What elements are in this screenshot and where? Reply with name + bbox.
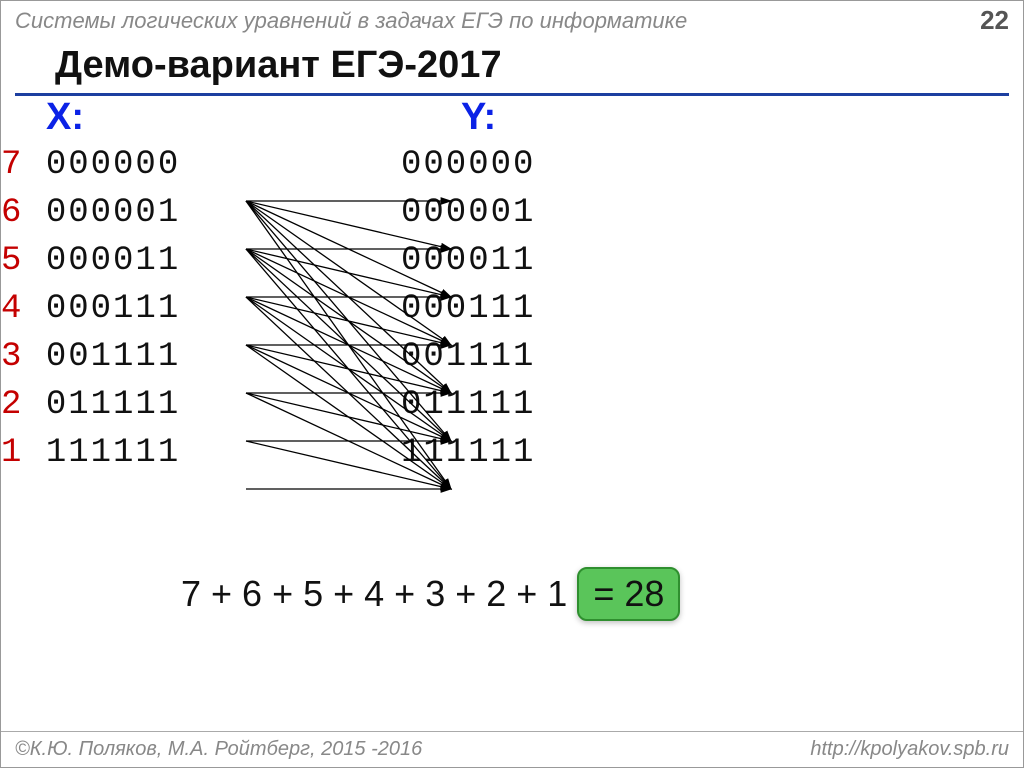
- y-bits: 011111: [401, 386, 535, 424]
- header-bar: Системы логических уравнений в задачах Е…: [1, 1, 1023, 38]
- y-row: 000001: [401, 194, 535, 232]
- x-column-header: X:: [46, 96, 84, 139]
- y-bits: 001111: [401, 338, 535, 376]
- x-row: 2 011111: [1, 386, 180, 424]
- footer-credits: ©К.Ю. Поляков, М.А. Ройтберг, 2015 -2016: [15, 738, 422, 761]
- y-column-header: Y:: [461, 96, 496, 139]
- y-bits: 111111: [401, 434, 535, 472]
- sum-expression: 7 + 6 + 5 + 4 + 3 + 2 + 1: [181, 573, 567, 614]
- y-bits: 000111: [401, 290, 535, 328]
- x-row: 1 111111: [1, 434, 180, 472]
- row-index: 7: [1, 146, 46, 184]
- x-row: 7 000000: [1, 146, 180, 184]
- x-row: 4 000111: [1, 290, 180, 328]
- y-row: 000000: [401, 146, 535, 184]
- x-bits: 000011: [46, 242, 180, 280]
- y-row: 000011: [401, 242, 535, 280]
- sum-line: 7 + 6 + 5 + 4 + 3 + 2 + 1 = 28: [181, 567, 680, 621]
- slide-title: Демо-вариант ЕГЭ-2017: [15, 38, 1009, 96]
- x-bits: 000000: [46, 146, 180, 184]
- page-number: 22: [980, 5, 1009, 36]
- row-index: 5: [1, 242, 46, 280]
- y-row: 011111: [401, 386, 535, 424]
- x-row: 5 000011: [1, 242, 180, 280]
- slide: Системы логических уравнений в задачах Е…: [0, 0, 1024, 768]
- x-bits: 001111: [46, 338, 180, 376]
- row-index: 2: [1, 386, 46, 424]
- header-topic: Системы логических уравнений в задачах Е…: [15, 8, 687, 34]
- sum-result: = 28: [577, 567, 680, 621]
- x-bits: 111111: [46, 434, 180, 472]
- row-index: 4: [1, 290, 46, 328]
- x-row: 3 001111: [1, 338, 180, 376]
- x-bits: 000111: [46, 290, 180, 328]
- row-index: 3: [1, 338, 46, 376]
- x-bits: 011111: [46, 386, 180, 424]
- x-row: 6 000001: [1, 194, 180, 232]
- x-bits: 000001: [46, 194, 180, 232]
- y-bits: 000001: [401, 194, 535, 232]
- y-row: 001111: [401, 338, 535, 376]
- footer-bar: ©К.Ю. Поляков, М.А. Ройтберг, 2015 -2016…: [1, 731, 1023, 767]
- y-row: 000111: [401, 290, 535, 328]
- footer-url: http://kpolyakov.spb.ru: [810, 738, 1009, 761]
- y-bits: 000011: [401, 242, 535, 280]
- y-bits: 000000: [401, 146, 535, 184]
- y-row: 111111: [401, 434, 535, 472]
- row-index: 1: [1, 434, 46, 472]
- row-index: 6: [1, 194, 46, 232]
